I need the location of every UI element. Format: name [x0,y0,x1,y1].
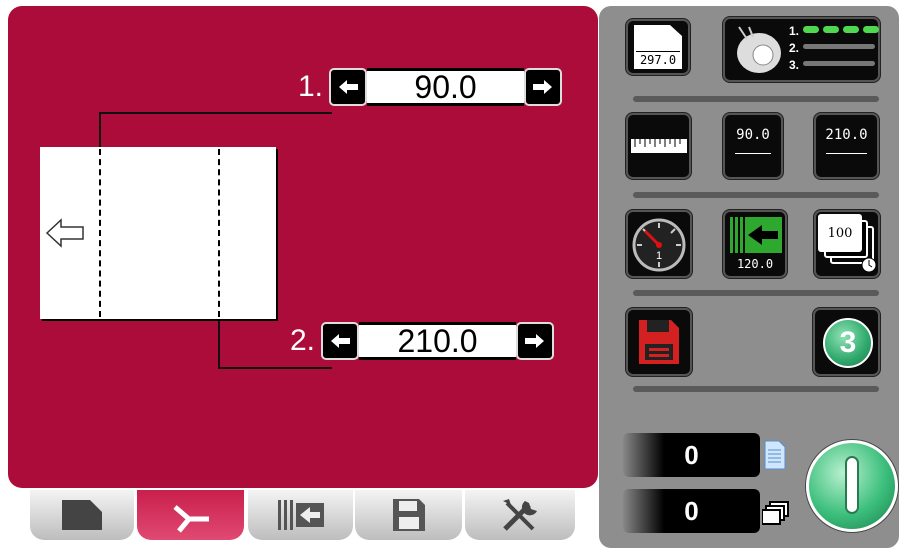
arrow-right-icon [533,80,553,94]
fold-2-readout: 210.0 [825,127,868,143]
stop-value: 120.0 [736,257,774,271]
ruler-button[interactable] [626,113,691,179]
fold-2-number: 2. [290,324,316,357]
separator [633,290,879,296]
fold-2-increase-button[interactable] [516,322,555,360]
floppy-icon [639,320,679,364]
fold-1-readout-button[interactable]: 90.0 [723,113,783,179]
batch-value: 100 [818,214,862,252]
clock-icon [861,257,877,273]
tools-tab[interactable] [465,490,575,540]
stack-icon [762,501,789,525]
roller-label-2: 2. [789,41,800,55]
fold-tab[interactable] [137,490,244,540]
stop-position-button[interactable]: 120.0 [723,210,787,278]
fold-1-stepper: 1. 90.0 [298,67,563,107]
start-button[interactable] [806,440,898,532]
speed-value: 1 [656,250,663,262]
sheet-counter: 0 [623,433,760,477]
tools-icon [503,499,537,531]
roller-1-leds [803,26,879,33]
paper-icon-line [636,51,680,52]
paper-length-label: 297.0 [639,53,677,67]
ruler-icon [631,139,687,153]
arrow-left-outline-icon [45,218,84,248]
feed-tab[interactable] [248,490,353,540]
feed-icon [277,500,324,530]
floppy-icon [392,499,425,531]
readout-underline [826,153,867,154]
stack-counter: 0 [623,489,760,533]
roller-3-bar [803,61,875,66]
fold-1-value[interactable]: 90.0 [367,68,525,106]
fold-2-value[interactable]: 210.0 [359,322,517,360]
fold-2-decrease-button[interactable] [321,322,360,360]
fold-1-decrease-button[interactable] [329,68,368,106]
paper-length-button[interactable]: 297.0 [626,19,690,75]
fold-icon [172,505,209,533]
stop-feed-icon [730,217,782,253]
arrow-left-icon [339,80,359,94]
roller-2-bar [803,44,875,49]
roller-status-button[interactable]: 1. 2. 3. [723,17,880,82]
arrow-right-icon [525,334,545,348]
power-icon [845,456,859,514]
separator [633,96,879,102]
separator [633,386,879,392]
fold-1-increase-button[interactable] [524,68,563,106]
sheet-icon [62,500,102,530]
roller-labels: 1. 2. 3. [789,23,799,74]
roller-label-1: 1. [789,24,800,38]
arrow-left-icon [331,334,351,348]
document-icon [764,440,786,470]
fold-2-stepper: 2. 210.0 [290,321,555,361]
save-program-button[interactable] [626,308,692,376]
speedometer-icon [632,218,686,272]
paper-sheet-preview [40,147,276,319]
fold-1-readout: 90.0 [736,127,770,143]
program-select-button[interactable]: 3 [813,308,880,376]
fold-line-2 [218,149,220,317]
readout-underline [735,153,771,154]
fold-2-readout-button[interactable]: 210.0 [814,113,879,179]
fold-1-number: 1. [298,70,324,103]
roller-icon [737,26,781,73]
sheet-tab[interactable] [30,490,134,540]
separator [633,192,879,198]
roller-label-3: 3. [789,58,800,72]
batch-count-button[interactable]: 100 [814,210,880,278]
speed-button[interactable]: 1 [626,210,692,278]
fold-line-1 [99,149,101,317]
program-number: 3 [823,318,873,368]
save-tab[interactable] [355,490,462,540]
